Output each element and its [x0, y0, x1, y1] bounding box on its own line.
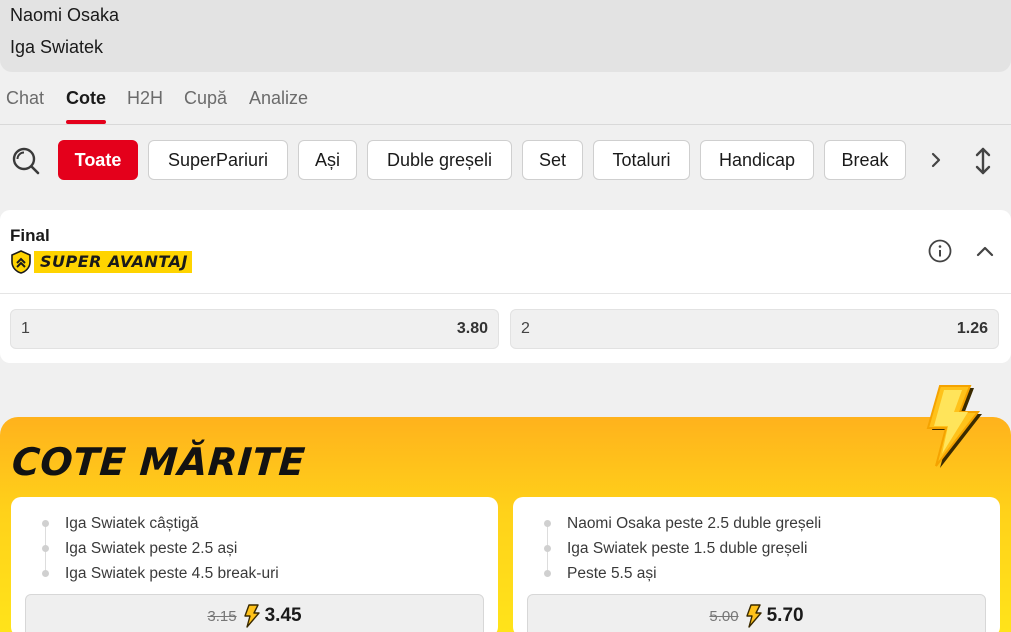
outcome-label: 1 — [21, 320, 30, 337]
boosted-title: COTE MĂRITE — [10, 440, 307, 484]
list-item: Iga Swiatek câștigă — [31, 511, 279, 536]
outcome-label: 2 — [521, 320, 530, 337]
selection-text: Peste 5.5 ași — [567, 565, 657, 582]
super-avantaj-badge: SUPER AVANTAJ — [10, 250, 192, 274]
selection-list: Naomi Osaka peste 2.5 duble greșeli Iga … — [533, 511, 821, 586]
tab-h2h[interactable]: H2H — [127, 88, 163, 109]
tab-chat[interactable]: Chat — [6, 88, 44, 109]
bullet-dot — [42, 520, 49, 527]
list-item: Naomi Osaka peste 2.5 duble greșeli — [533, 511, 821, 536]
tab-cote[interactable]: Cote — [66, 88, 106, 109]
player-2-name: Iga Swiatek — [10, 37, 104, 57]
boosted-card-1: Iga Swiatek câștigă Iga Swiatek peste 2.… — [11, 497, 498, 632]
tab-bar: Chat Cote H2H Cupă Analize — [0, 78, 1011, 125]
boosted-odd-button[interactable]: 5.00 5.70 — [527, 594, 986, 632]
outcome-1-button[interactable]: 1 3.80 — [10, 309, 499, 349]
bullet-dot — [544, 545, 551, 552]
tab-analize[interactable]: Analize — [249, 88, 308, 109]
list-item: Iga Swiatek peste 2.5 ași — [31, 536, 279, 561]
filter-set[interactable]: Set — [522, 140, 583, 180]
outcome-odd: 3.80 — [456, 320, 488, 337]
badge-label: SUPER AVANTAJ — [34, 251, 192, 273]
new-odd: 3.45 — [264, 605, 302, 626]
filter-asi[interactable]: Ași — [298, 140, 357, 180]
outcome-2-button[interactable]: 2 1.26 — [510, 309, 999, 349]
active-tab-indicator — [66, 120, 106, 124]
filter-totaluri[interactable]: Totaluri — [593, 140, 690, 180]
selection-list: Iga Swiatek câștigă Iga Swiatek peste 2.… — [31, 511, 279, 586]
selection-text: Iga Swiatek peste 4.5 break-uri — [65, 565, 279, 582]
tab-cupa[interactable]: Cupă — [184, 88, 227, 109]
lightning-icon — [243, 604, 260, 628]
list-item: Iga Swiatek peste 1.5 duble greșeli — [533, 536, 821, 561]
boosted-odd-button[interactable]: 3.15 3.45 — [25, 594, 484, 632]
market-divider — [0, 293, 1011, 294]
filter-toate[interactable]: Toate — [58, 140, 138, 180]
new-odd: 5.70 — [766, 605, 804, 626]
bullet-dot — [544, 520, 551, 527]
bullet-dot — [42, 545, 49, 552]
match-header: Naomi Osaka Iga Swiatek — [0, 0, 1011, 72]
old-odd: 5.00 — [709, 607, 739, 625]
filter-bar: Toate SuperPariuri Ași Duble greșeli Set… — [0, 138, 1011, 182]
chevron-right-icon[interactable] — [926, 150, 946, 170]
shield-icon — [11, 250, 31, 274]
outcome-odd: 1.26 — [956, 320, 988, 337]
selection-text: Iga Swiatek câștigă — [65, 515, 199, 532]
list-item: Peste 5.5 ași — [533, 561, 821, 586]
bullet-dot — [544, 570, 551, 577]
lightning-icon — [745, 604, 762, 628]
chevron-up-icon[interactable] — [975, 242, 995, 260]
search-icon[interactable] — [11, 146, 41, 176]
lightning-icon — [926, 385, 982, 468]
boosted-card-2: Naomi Osaka peste 2.5 duble greșeli Iga … — [513, 497, 1000, 632]
selection-text: Iga Swiatek peste 2.5 ași — [65, 540, 238, 557]
market-final: Final SUPER AVANTAJ 1 3.80 2 1.26 — [0, 210, 1011, 363]
expand-vertical-icon[interactable] — [972, 146, 994, 176]
filter-superpariuri[interactable]: SuperPariuri — [148, 140, 288, 180]
filter-break[interactable]: Break — [824, 140, 906, 180]
filter-handicap[interactable]: Handicap — [700, 140, 814, 180]
filter-duble-greseli[interactable]: Duble greșeli — [367, 140, 512, 180]
list-item: Iga Swiatek peste 4.5 break-uri — [31, 561, 279, 586]
selection-text: Naomi Osaka peste 2.5 duble greșeli — [567, 515, 822, 532]
selection-text: Iga Swiatek peste 1.5 duble greșeli — [567, 540, 808, 557]
info-icon[interactable] — [928, 239, 952, 263]
old-odd: 3.15 — [207, 607, 237, 625]
player-1-name: Naomi Osaka — [10, 5, 120, 25]
market-title: Final — [10, 226, 50, 245]
bullet-dot — [42, 570, 49, 577]
